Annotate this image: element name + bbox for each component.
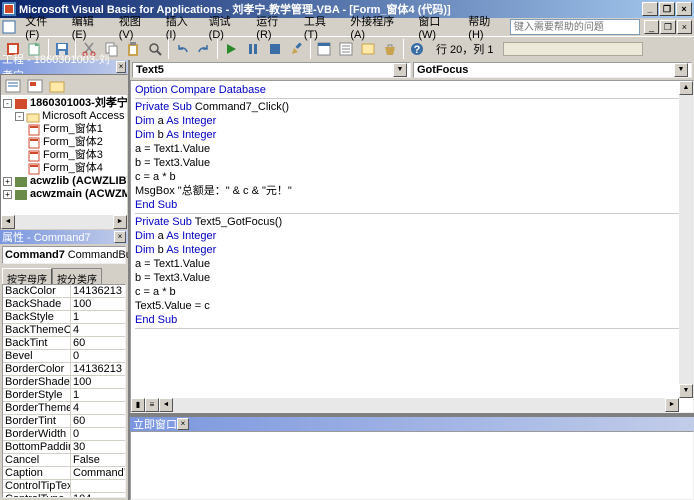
form-node[interactable]: Form_窗体1 [43, 123, 103, 136]
help-icon[interactable]: ? [406, 38, 428, 60]
object-dropdown[interactable]: Text5▼ [132, 62, 411, 78]
property-row[interactable]: BorderTint60 [3, 415, 125, 428]
properties-object-combo[interactable]: Command7 CommandButton ▼ [2, 246, 126, 264]
property-row[interactable]: BackTint60 [3, 337, 125, 350]
immediate-window: 立即窗口× [130, 415, 694, 500]
tab-alphabetic[interactable]: 按字母序 [2, 268, 52, 284]
minimize-button[interactable]: _ [642, 2, 658, 16]
procedure-view-button[interactable]: ▮ [131, 398, 145, 412]
property-row[interactable]: BackStyle1 [3, 311, 125, 324]
properties-window-icon[interactable] [335, 38, 357, 60]
paste-icon[interactable] [122, 38, 144, 60]
full-module-view-button[interactable]: ≡ [145, 398, 159, 412]
chevron-down-icon[interactable]: ▼ [393, 63, 407, 77]
toolbox-icon[interactable] [379, 38, 401, 60]
svg-text:?: ? [414, 44, 421, 56]
help-search-input[interactable] [510, 19, 640, 35]
app-icon [2, 2, 16, 16]
property-row[interactable]: BackColor14136213 [3, 285, 125, 298]
form-node[interactable]: Form_窗体3 [43, 149, 103, 162]
property-row[interactable]: Bevel0 [3, 350, 125, 363]
code-editor[interactable]: Option Compare Database Private Sub Comm… [130, 80, 694, 413]
immediate-input[interactable] [130, 431, 694, 500]
property-row[interactable]: BottomPadding30 [3, 441, 125, 454]
code-hscroll[interactable]: ▮ ≡ ◄► [131, 398, 679, 412]
project-tree[interactable]: -1860301003-刘孝宁-教 -Microsoft Access 类 Fo… [1, 95, 127, 215]
property-row[interactable]: BorderThemeCo4 [3, 402, 125, 415]
code-vscroll[interactable]: ▲▼ [679, 81, 693, 398]
toggle-folders-icon[interactable] [47, 77, 67, 95]
property-row[interactable]: BorderShade100 [3, 376, 125, 389]
tab-categorized[interactable]: 按分类序 [52, 268, 102, 284]
immediate-title-label: 立即窗口 [133, 416, 177, 432]
project-panel-close-button[interactable]: × [116, 61, 126, 73]
property-row[interactable]: CaptionCommand7 [3, 467, 125, 480]
property-row[interactable]: BackShade100 [3, 298, 125, 311]
mdi-close-button[interactable]: × [677, 20, 692, 34]
design-mode-icon[interactable] [286, 38, 308, 60]
run-icon[interactable] [220, 38, 242, 60]
property-row[interactable]: CancelFalse [3, 454, 125, 467]
chevron-down-icon[interactable]: ▼ [674, 63, 688, 77]
property-row[interactable]: BackThemeColo4 [3, 324, 125, 337]
object-browser-icon[interactable] [357, 38, 379, 60]
properties-grid[interactable]: BackColor14136213BackShade100BackStyle1B… [2, 284, 126, 498]
project-explorer: -1860301003-刘孝宁-教 -Microsoft Access 类 Fo… [0, 74, 128, 230]
redo-icon[interactable] [193, 38, 215, 60]
mdi-restore-button[interactable]: ❐ [660, 20, 675, 34]
property-row[interactable]: BorderColor14136213 [3, 363, 125, 376]
undo-icon[interactable] [171, 38, 193, 60]
close-button[interactable]: × [676, 2, 692, 16]
view-object-icon[interactable] [25, 77, 45, 95]
reset-icon[interactable] [264, 38, 286, 60]
find-icon[interactable] [144, 38, 166, 60]
mdi-minimize-button[interactable]: _ [644, 20, 659, 34]
property-row[interactable]: BorderStyle1 [3, 389, 125, 402]
project-panel-title: 工程 - 1860301003-刘孝宁-⋯ × [0, 60, 128, 74]
procedure-dropdown[interactable]: GotFocus▼ [413, 62, 692, 78]
form-node[interactable]: Form_窗体4 [43, 162, 103, 175]
break-icon[interactable] [242, 38, 264, 60]
project-explorer-icon[interactable] [313, 38, 335, 60]
form-node[interactable]: Form_窗体2 [43, 136, 103, 149]
menu-bar: 文件(F) 编辑(E) 视图(V) 插入(I) 调试(D) 运行(R) 工具(T… [0, 18, 694, 36]
property-row[interactable]: ControlTipTex [3, 480, 125, 493]
mdi-icon [2, 20, 17, 34]
cursor-position-label: 行 20，列 1 [436, 41, 493, 57]
immediate-close-button[interactable]: × [177, 418, 189, 430]
menu-help[interactable]: 帮助(H) [462, 12, 510, 42]
view-code-icon[interactable] [3, 77, 23, 95]
project-hscroll[interactable]: ◄► [1, 215, 127, 229]
property-row[interactable]: BorderWidth0 [3, 428, 125, 441]
properties-panel: Command7 CommandButton ▼ 按字母序 按分类序 BackC… [0, 244, 128, 500]
properties-panel-close-button[interactable]: × [114, 231, 126, 243]
restore-button[interactable]: ❐ [659, 2, 675, 16]
properties-panel-title: 属性 - Command7 × [0, 230, 128, 244]
toolbar-slider[interactable] [503, 42, 643, 56]
property-row[interactable]: ControlType104 [3, 493, 125, 498]
